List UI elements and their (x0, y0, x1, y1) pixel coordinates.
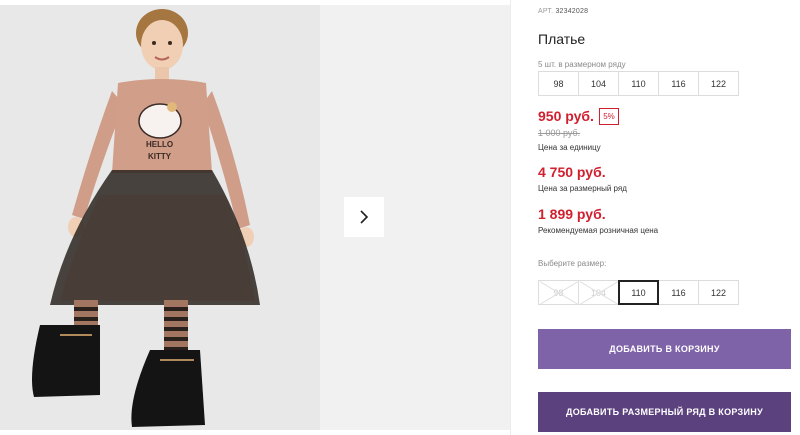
article-number: АРТ. 32342028 (538, 8, 588, 15)
retail-price-note: Рекомендуемая розничная цена (538, 226, 659, 235)
old-price: 1 000 руб. (538, 128, 581, 138)
article-value: 32342028 (555, 8, 589, 15)
discount-badge: 5% (599, 108, 619, 125)
pack-size-122: 122 (698, 71, 739, 96)
svg-text:HELLO: HELLO (146, 140, 173, 149)
size-option-98: 98 (538, 280, 579, 305)
size-option-122[interactable]: 122 (698, 280, 739, 305)
chevron-right-icon (360, 210, 369, 224)
article-prefix: АРТ. (538, 8, 554, 15)
unit-price: 950 руб. (538, 108, 594, 124)
retail-price: 1 899 руб. (538, 206, 606, 222)
product-info: АРТ. 32342028 Платье 5 шт. в размерном р… (538, 0, 800, 435)
pack-price: 4 750 руб. (538, 164, 606, 180)
panel-divider (510, 0, 511, 435)
size-option-110[interactable]: 110 (618, 280, 659, 305)
size-option-104: 104 (578, 280, 619, 305)
pack-sizes-label: 5 шт. в размерном ряду (538, 60, 626, 69)
add-pack-to-cart-button[interactable]: ДОБАВИТЬ РАЗМЕРНЫЙ РЯД В КОРЗИНУ (538, 392, 791, 432)
svg-text:KITTY: KITTY (148, 152, 172, 161)
pack-size-110: 110 (618, 71, 659, 96)
product-title: Платье (538, 31, 586, 47)
unit-price-note: Цена за единицу (538, 143, 601, 152)
product-photo-illustration: HELLO KITTY (0, 5, 320, 430)
pack-size-98: 98 (538, 71, 579, 96)
product-photo[interactable]: HELLO KITTY (0, 5, 320, 430)
pack-size-116: 116 (658, 71, 699, 96)
gallery-next-button[interactable] (344, 197, 384, 237)
product-gallery: HELLO KITTY (0, 5, 510, 430)
add-to-cart-button[interactable]: ДОБАВИТЬ В КОРЗИНУ (538, 329, 791, 369)
choose-size-label: Выберите размер: (538, 259, 607, 268)
pack-size-104: 104 (578, 71, 619, 96)
size-selector: 98 104 110 116 122 (538, 280, 739, 305)
pack-price-note: Цена за размерный ряд (538, 184, 627, 193)
pack-sizes-row: 98 104 110 116 122 (538, 71, 739, 96)
size-option-116[interactable]: 116 (658, 280, 699, 305)
